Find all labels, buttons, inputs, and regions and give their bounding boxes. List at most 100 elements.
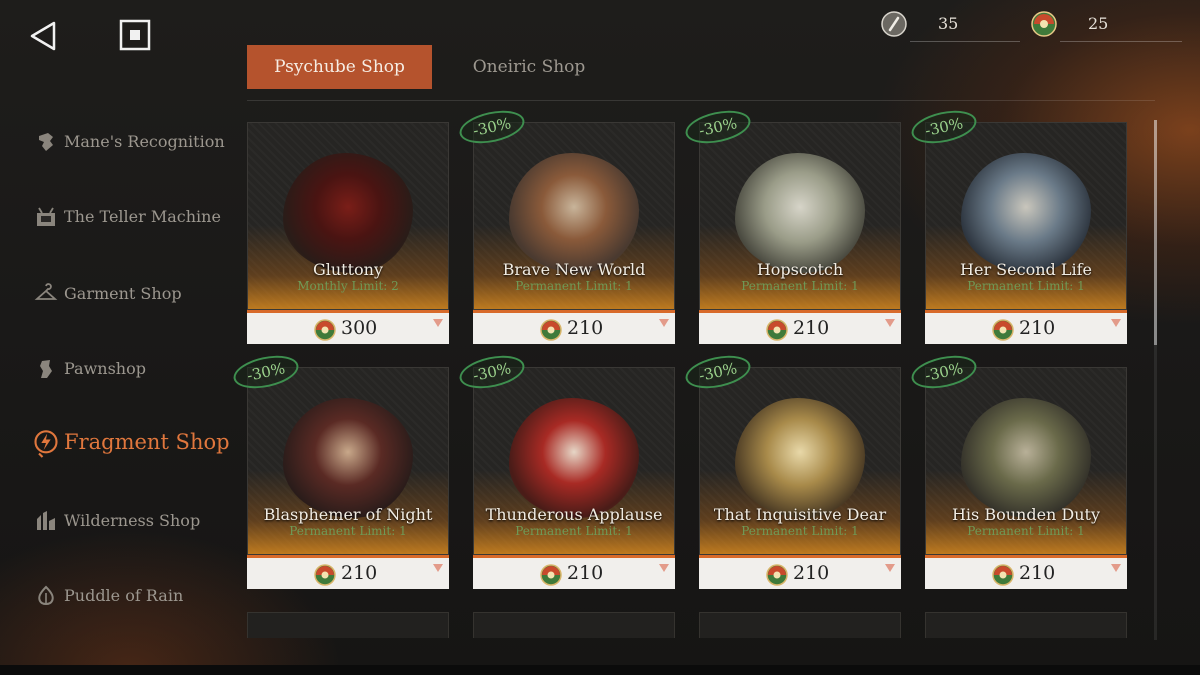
corner-marker-icon — [433, 564, 443, 572]
item-portrait — [961, 153, 1091, 273]
shop-item-card[interactable]: Gluttony Monthly Limit: 2 300 — [247, 122, 449, 344]
tab-psychube-shop[interactable]: Psychube Shop — [247, 45, 432, 89]
price-bar: 210 — [699, 555, 901, 589]
shop-item-card[interactable]: Brave New World Permanent Limit: 1 210 -… — [456, 105, 675, 344]
psychube-token-icon — [766, 564, 788, 586]
psychube-token-icon — [540, 564, 562, 586]
price-bar: 210 — [699, 310, 901, 344]
shop-item-card[interactable]: His Bounden Duty Permanent Limit: 1 210 … — [908, 350, 1127, 589]
psychube-token-icon — [1031, 11, 1057, 37]
psychube-token-icon — [314, 564, 336, 586]
item-price: 210 — [567, 317, 604, 339]
item-portrait — [735, 398, 865, 518]
mane-icon — [39, 133, 53, 151]
currency-value: 35 — [938, 14, 959, 33]
item-name: His Bounden Duty — [951, 505, 1101, 524]
sidebar-item-teller-machine[interactable]: The Teller Machine — [30, 201, 230, 233]
price-bar: 300 — [247, 310, 449, 344]
shop-item-card[interactable]: Hopscotch Permanent Limit: 1 210 -30% — [682, 105, 901, 344]
wilderness-icon — [37, 511, 55, 530]
shop-item-card-partial[interactable] — [699, 612, 901, 638]
fragment-icon — [34, 430, 58, 458]
item-art: Hopscotch Permanent Limit: 1 — [699, 122, 901, 310]
item-limit: Permanent Limit: 1 — [289, 524, 407, 538]
shop-item-card-partial[interactable] — [925, 612, 1127, 638]
sidebar-item-garment-shop[interactable]: Garment Shop — [30, 278, 230, 310]
tab-oneiric-shop[interactable]: Oneiric Shop — [445, 45, 613, 89]
price-bar: 210 — [925, 555, 1127, 589]
item-name: That Inquisitive Dear — [713, 505, 887, 524]
item-limit: Permanent Limit: 1 — [515, 524, 633, 538]
shop-item-card-partial[interactable] — [473, 612, 675, 638]
price-bar: 210 — [473, 310, 675, 344]
oneiric-currency: 35 — [880, 10, 1020, 42]
item-art: Thunderous Applause Permanent Limit: 1 — [473, 367, 675, 555]
sidebar-item-wilderness-shop[interactable]: Wilderness Shop — [30, 505, 230, 537]
item-price: 210 — [341, 562, 378, 584]
psychube-token-icon — [992, 319, 1014, 341]
psychube-token-icon — [540, 319, 562, 341]
sidebar-item-label: Mane's Recognition — [64, 132, 225, 151]
corner-marker-icon — [885, 319, 895, 327]
sidebar-item-manes-recognition[interactable]: Mane's Recognition — [30, 126, 230, 158]
sidebar-item-puddle-of-rain[interactable]: Puddle of Rain — [30, 580, 230, 612]
home-button[interactable] — [118, 18, 152, 52]
home-square-icon — [119, 19, 151, 51]
item-price: 210 — [793, 317, 830, 339]
teller-icon — [37, 207, 55, 226]
sidebar-item-pawnshop[interactable]: Pawnshop — [30, 353, 230, 385]
shop-item-card-partial[interactable] — [247, 612, 449, 638]
price-bar: 210 — [473, 555, 675, 589]
sidebar-item-label: The Teller Machine — [64, 207, 221, 226]
sidebar-item-label: Fragment Shop — [64, 430, 230, 454]
item-price: 210 — [1019, 317, 1056, 339]
item-limit: Monthly Limit: 2 — [297, 279, 399, 293]
oneiric-token-icon — [881, 11, 907, 37]
currency-underline — [910, 41, 1020, 42]
price-bar: 210 — [925, 310, 1127, 344]
item-art: That Inquisitive Dear Permanent Limit: 1 — [699, 367, 901, 555]
item-price: 210 — [1019, 562, 1056, 584]
item-name: Brave New World — [502, 260, 646, 279]
item-limit: Permanent Limit: 1 — [967, 524, 1085, 538]
corner-marker-icon — [659, 319, 669, 327]
scrollbar-thumb[interactable] — [1154, 120, 1157, 345]
corner-marker-icon — [659, 564, 669, 572]
price-bar: 210 — [247, 555, 449, 589]
psychube-token-icon — [314, 319, 336, 341]
item-portrait — [735, 153, 865, 273]
item-name: Hopscotch — [756, 260, 844, 279]
item-portrait — [283, 398, 413, 518]
item-limit: Permanent Limit: 1 — [741, 524, 859, 538]
item-art: Her Second Life Permanent Limit: 1 — [925, 122, 1127, 310]
corner-marker-icon — [1111, 564, 1121, 572]
item-name: Gluttony — [312, 260, 384, 279]
shop-item-card[interactable]: Blasphemer of Night Permanent Limit: 1 2… — [230, 350, 449, 589]
back-arrow-icon — [30, 21, 56, 51]
item-price: 210 — [567, 562, 604, 584]
rain-icon — [38, 585, 54, 605]
sidebar-item-label: Wilderness Shop — [64, 511, 201, 530]
currency-value: 25 — [1088, 14, 1109, 33]
item-art: Gluttony Monthly Limit: 2 — [247, 122, 449, 310]
sidebar-item-label: Garment Shop — [64, 284, 182, 303]
shop-item-card[interactable]: Her Second Life Permanent Limit: 1 210 -… — [908, 105, 1127, 344]
item-art: Blasphemer of Night Permanent Limit: 1 — [247, 367, 449, 555]
sidebar-item-label: Puddle of Rain — [64, 586, 184, 605]
psychube-currency: 25 — [1030, 10, 1182, 42]
sidebar-item-fragment-shop[interactable]: Fragment Shop — [30, 428, 230, 460]
corner-marker-icon — [433, 319, 443, 327]
item-name: Her Second Life — [960, 260, 1092, 279]
sidebar-item-label: Pawnshop — [64, 359, 146, 378]
shop-item-card[interactable]: That Inquisitive Dear Permanent Limit: 1… — [682, 350, 901, 589]
psychube-token-icon — [766, 319, 788, 341]
item-portrait — [961, 398, 1091, 518]
shop-item-card[interactable]: Thunderous Applause Permanent Limit: 1 2… — [456, 350, 675, 589]
currency-underline — [1060, 41, 1182, 42]
back-button[interactable] — [26, 18, 62, 54]
item-portrait — [509, 153, 639, 273]
corner-marker-icon — [1111, 319, 1121, 327]
hanger-icon — [34, 283, 58, 300]
item-art: His Bounden Duty Permanent Limit: 1 — [925, 367, 1127, 555]
psychube-token-icon — [992, 564, 1014, 586]
